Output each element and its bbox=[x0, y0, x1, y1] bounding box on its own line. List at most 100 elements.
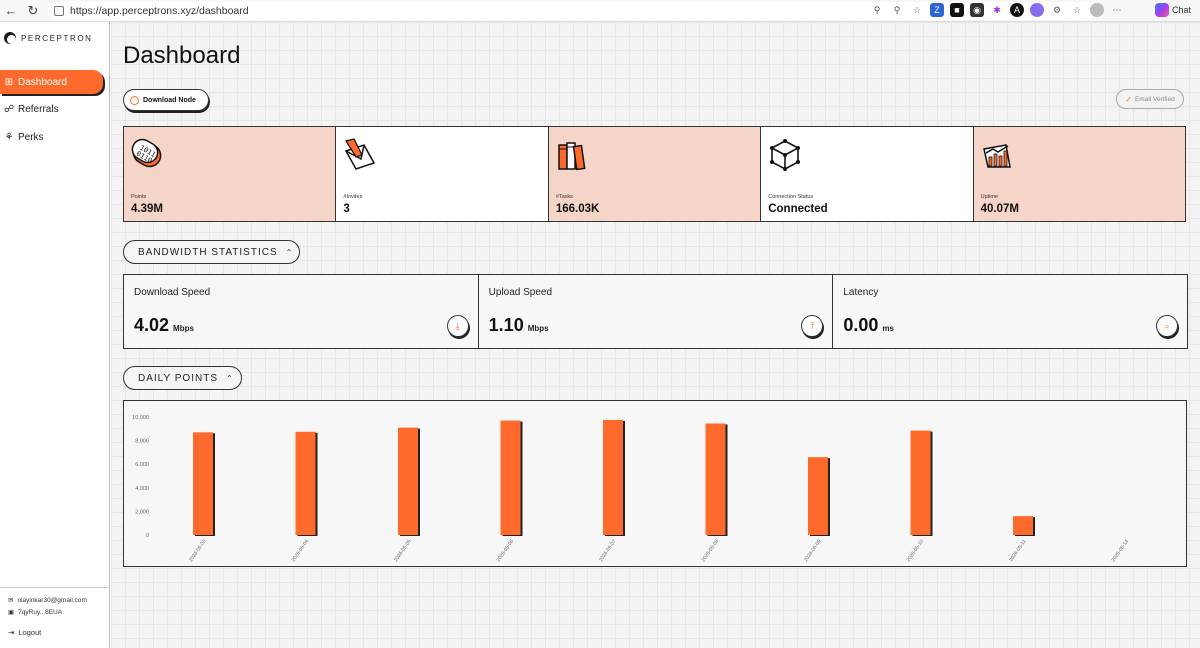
y-tick-label: 0 bbox=[146, 533, 149, 539]
bar[interactable] bbox=[1013, 516, 1033, 535]
stat-card-tasks: #Tasks 166.03K bbox=[548, 127, 762, 221]
x-tick-label: 2026-05-07 bbox=[598, 539, 618, 564]
y-tick-label: 6,000 bbox=[135, 462, 149, 468]
stat-card-connection-status: Connection Status Connected bbox=[761, 127, 974, 221]
metric-label: Upload Speed bbox=[488, 287, 553, 298]
download-node-button[interactable]: Download Node bbox=[123, 89, 209, 111]
account-email: ✉ olayinkar30@gmail.com bbox=[8, 596, 87, 605]
extension-a-icon[interactable]: A bbox=[1010, 3, 1024, 17]
reload-icon[interactable]: ↻ bbox=[22, 0, 44, 22]
url-text: https://app.perceptrons.xyz/dashboard bbox=[70, 5, 249, 17]
bar[interactable] bbox=[500, 420, 521, 535]
metric-unit: ms bbox=[882, 324, 894, 333]
chat-label: Chat bbox=[1172, 5, 1192, 15]
metric-number: 4.02 bbox=[134, 315, 170, 335]
sidebar-footer: ✉ olayinkar30@gmail.com ▣ 7qyRuy...8EUA … bbox=[0, 587, 110, 638]
bar[interactable] bbox=[603, 419, 623, 535]
y-tick-label: 2,000 bbox=[135, 509, 149, 515]
bar[interactable] bbox=[193, 432, 213, 535]
back-arrow-icon[interactable]: ← bbox=[0, 0, 22, 22]
extensions-puzzle-icon[interactable]: ⚙ bbox=[1050, 3, 1064, 17]
brand-name: PERCEPTRON bbox=[21, 33, 93, 43]
bar[interactable] bbox=[705, 423, 726, 535]
sidebar-item-label: Dashboard bbox=[18, 76, 67, 88]
section-title: BANDWIDTH STATISTICS bbox=[138, 246, 278, 258]
bar[interactable] bbox=[808, 457, 828, 535]
logout-button[interactable]: ⇥ Logout bbox=[0, 626, 110, 638]
extension-cloud-icon[interactable] bbox=[1030, 3, 1044, 17]
sidebar-item-referrals[interactable]: ☍ Referrals bbox=[0, 97, 59, 121]
stat-label: Points bbox=[131, 194, 147, 200]
link-icon: ☍ bbox=[3, 103, 15, 115]
extension-star-icon[interactable]: ✱ bbox=[990, 3, 1004, 17]
bar[interactable] bbox=[295, 431, 316, 535]
zoom-icon[interactable]: ⚲ bbox=[890, 3, 904, 17]
stat-value: 3 bbox=[343, 203, 350, 215]
stats-row: 1011 0110 Points 4.39M #Invites 3 #Tasks… bbox=[123, 126, 1186, 222]
metric-value: 1.10 Mbps bbox=[489, 315, 549, 336]
extension-dark-icon[interactable]: ■ bbox=[950, 3, 964, 17]
wallet-address[interactable]: ▣ 7qyRuy...8EUA bbox=[0, 606, 110, 618]
stat-label: Connection Status bbox=[768, 194, 814, 200]
key-icon[interactable]: ⚲ bbox=[870, 3, 884, 17]
browser-chrome: ← ↻ https://app.perceptrons.xyz/dashboar… bbox=[0, 0, 1200, 22]
y-tick-label: 8,000 bbox=[135, 439, 149, 445]
metric-value: 4.02 Mbps bbox=[134, 315, 194, 336]
grid-icon: ⊞ bbox=[4, 76, 14, 88]
mail-icon: ✉ bbox=[8, 597, 14, 604]
extension-robot-icon[interactable]: ◉ bbox=[970, 3, 984, 17]
upload-icon[interactable]: ⤒ bbox=[801, 315, 824, 337]
x-tick-label: 2026-05-10 bbox=[906, 539, 926, 564]
extension-z-icon[interactable]: Z bbox=[930, 3, 944, 17]
perceptron-logo-icon bbox=[4, 32, 16, 44]
sidebar: PERCEPTRON ⊞ Dashboard ☍ Referrals ⚘ Per… bbox=[0, 22, 110, 648]
stat-value: 4.39M bbox=[131, 203, 163, 215]
download-node-label: Download Node bbox=[143, 96, 196, 104]
metric-unit: Mbps bbox=[527, 324, 549, 333]
chat-button[interactable]: Chat bbox=[1155, 3, 1191, 17]
metric-value: 0.00 ms bbox=[843, 315, 894, 336]
daily-points-toggle[interactable]: DAILY POINTS ⌃ bbox=[123, 366, 242, 390]
email-verified-label: Email Verified bbox=[1134, 95, 1175, 103]
site-info-icon[interactable] bbox=[54, 6, 64, 16]
chart-trend-icon bbox=[982, 144, 1011, 168]
envelope-icon bbox=[345, 138, 376, 170]
sidebar-item-label: Referrals bbox=[18, 103, 59, 115]
metric-label: Latency bbox=[843, 287, 879, 298]
main-content: Dashboard Download Node ✓ Email Verified… bbox=[111, 22, 1200, 648]
section-title: DAILY POINTS bbox=[138, 372, 218, 384]
chevron-up-icon: ⌃ bbox=[285, 247, 294, 257]
wifi-icon[interactable]: ⌕ bbox=[1156, 315, 1179, 337]
stat-label: #Invites bbox=[343, 194, 363, 200]
stat-value: 40.07M bbox=[980, 203, 1019, 215]
profile-avatar-icon[interactable] bbox=[1090, 3, 1104, 17]
metric-number: 1.10 bbox=[488, 315, 524, 335]
sidebar-item-dashboard[interactable]: ⊞ Dashboard bbox=[0, 70, 103, 94]
daily-points-chart-svg: 0 2,000 4,000 6,000 8,000 10,000 2026-05-03 202… bbox=[132, 415, 1130, 564]
bandwidth-statistics-toggle[interactable]: BANDWIDTH STATISTICS ⌃ bbox=[123, 240, 300, 264]
chevron-up-icon: ⌃ bbox=[225, 373, 234, 383]
bandwidth-upload-speed: Upload Speed 1.10 Mbps ⤒ bbox=[478, 275, 834, 348]
books-icon bbox=[558, 142, 586, 171]
bar[interactable] bbox=[910, 430, 931, 535]
download-icon[interactable]: ⤓ bbox=[446, 315, 469, 337]
binary-icon: 1011 0110 bbox=[131, 138, 162, 168]
more-menu-icon[interactable]: ⋯ bbox=[1110, 3, 1124, 17]
stat-value: 166.03K bbox=[555, 203, 600, 215]
stat-card-points: 1011 0110 Points 4.39M bbox=[124, 127, 337, 221]
metric-label: Download Speed bbox=[134, 287, 211, 298]
sidebar-item-label: Perks bbox=[18, 131, 44, 143]
star-icon[interactable]: ☆ bbox=[910, 3, 924, 17]
page-title: Dashboard bbox=[123, 42, 241, 69]
extension-icons: ⚲ ⚲ ☆ Z ■ ◉ ✱ A ⚙ ☆ ⋯ bbox=[870, 3, 1124, 17]
brand-logo[interactable]: PERCEPTRON bbox=[4, 32, 93, 44]
download-node-icon bbox=[130, 95, 139, 105]
bandwidth-download-speed: Download Speed 4.02 Mbps ⤓ bbox=[124, 275, 479, 348]
network-cube-icon bbox=[770, 139, 801, 171]
metric-unit: Mbps bbox=[173, 324, 194, 333]
favorites-icon[interactable]: ☆ bbox=[1070, 3, 1084, 17]
stat-value: Connected bbox=[768, 203, 828, 215]
sidebar-item-perks[interactable]: ⚘ Perks bbox=[0, 125, 44, 149]
bar[interactable] bbox=[398, 427, 418, 535]
x-tick-label: 2026-05-08 bbox=[701, 539, 721, 564]
